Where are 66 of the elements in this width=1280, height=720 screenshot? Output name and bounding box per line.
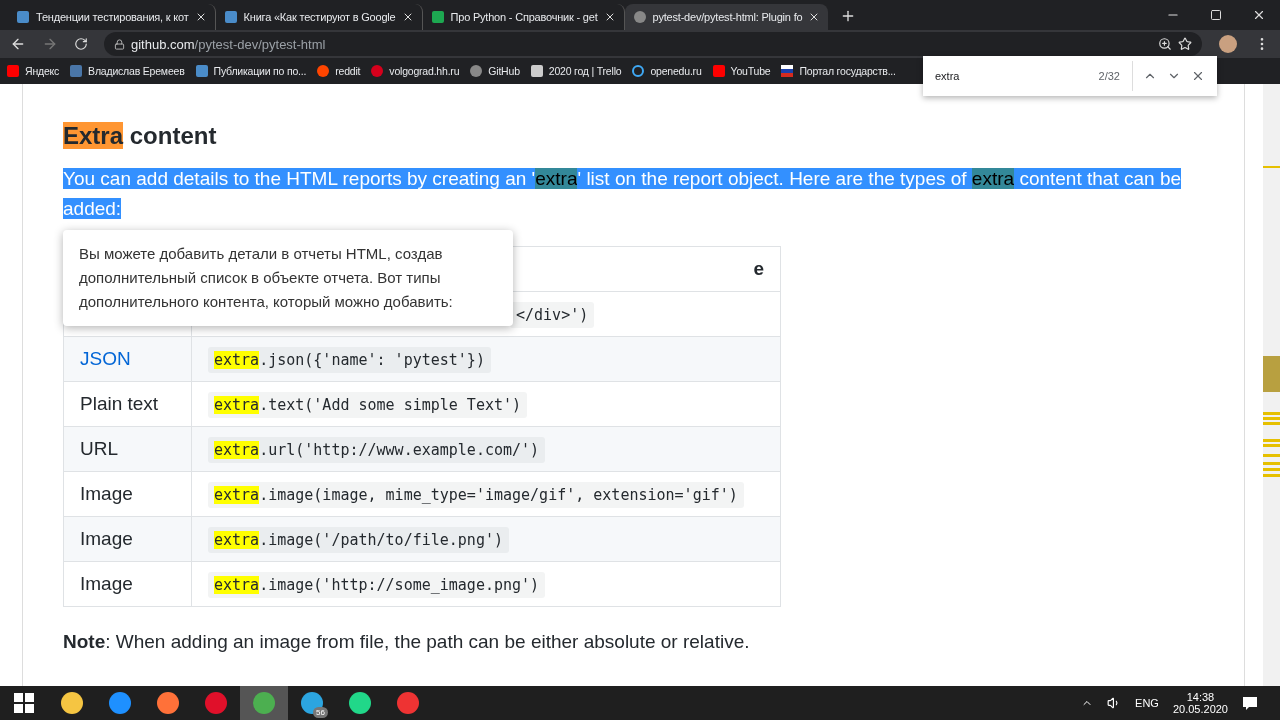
- code-snippet: extra.image('/path/to/file.png'): [208, 527, 509, 553]
- site-icon: [469, 64, 484, 78]
- note-text: Note: When adding an image from file, the path can be either absolute or relative.: [63, 631, 751, 653]
- app-icon: [348, 691, 372, 715]
- forward-icon[interactable]: [42, 36, 58, 52]
- taskbar-app[interactable]: 56: [288, 686, 336, 720]
- site-icon: [6, 64, 20, 78]
- site-icon: [316, 64, 331, 78]
- site-icon: [194, 64, 209, 78]
- clock[interactable]: 14:38 20.05.2020: [1172, 691, 1228, 715]
- bookmark[interactable]: Яндекс: [6, 64, 60, 78]
- lock-icon[interactable]: [114, 38, 125, 50]
- match-count: 2/32: [1098, 61, 1133, 91]
- address-field[interactable]: github.com/pytest-dev/pytest-html: [104, 32, 1202, 56]
- site-icon: [632, 10, 647, 24]
- app-icon: [204, 691, 228, 715]
- code-snippet: extra.url('http://www.example.com/'): [208, 437, 546, 463]
- unread-badge: 56: [313, 707, 328, 718]
- type-link[interactable]: JSON: [80, 348, 131, 369]
- app-icon: [156, 691, 180, 715]
- bookmark[interactable]: openedu.ru: [631, 64, 702, 78]
- app-icon: [396, 691, 420, 715]
- site-icon: [430, 10, 445, 24]
- avatar-icon[interactable]: [1218, 34, 1238, 54]
- code-snippet: </div>'): [510, 302, 595, 328]
- bookmark[interactable]: Публикации по по...: [194, 64, 307, 78]
- bookmark[interactable]: reddit: [316, 64, 361, 78]
- bookmark[interactable]: Портал государств...: [780, 64, 896, 78]
- code-snippet: extra.image('http://some_image.png'): [208, 572, 546, 598]
- app-icon: [252, 691, 276, 715]
- translation-popup: Вы можете добавить детали в отчеты HTML, создав дополнительный список в объекте отчета. Вот типы дополнительного контента, который можно добавить:: [63, 230, 513, 326]
- type-cell: Image: [80, 573, 133, 594]
- site-icon: [16, 10, 30, 24]
- bookmark[interactable]: YouTube: [711, 64, 771, 78]
- back-icon[interactable]: [10, 36, 26, 52]
- site-icon: [529, 64, 544, 78]
- star-icon[interactable]: [1178, 37, 1192, 51]
- zoom-icon[interactable]: [1158, 37, 1172, 51]
- close-icon[interactable]: [1191, 69, 1205, 83]
- site-icon: [631, 64, 646, 78]
- bookmark[interactable]: GitHub: [469, 64, 520, 78]
- find-field[interactable]: extra: [935, 70, 1089, 82]
- type-cell: URL: [80, 438, 118, 459]
- bookmark[interactable]: volgograd.hh.ru: [370, 64, 460, 78]
- site-icon: [370, 64, 385, 78]
- site-icon: [223, 10, 238, 24]
- browser-tab[interactable]: pytest-dev/pytest-html: Plugin fo: [624, 4, 829, 30]
- notification-icon[interactable]: [1242, 695, 1258, 711]
- site-icon: [69, 64, 84, 78]
- type-cell: Plain text: [80, 393, 159, 414]
- bookmark[interactable]: 2020 год | Trello: [529, 64, 622, 78]
- code-snippet: extra.text('Add some simple Text'): [208, 392, 528, 418]
- site-icon: [711, 64, 726, 78]
- code-snippet: extra.image(image, mime_type='image/gif', extension='gif'): [208, 482, 744, 508]
- site-icon: [780, 64, 795, 78]
- language-indicator[interactable]: ENG: [1135, 697, 1159, 709]
- bookmark[interactable]: Владислав Еремеев: [69, 64, 185, 78]
- app-icon: [300, 691, 324, 715]
- restore-icon[interactable]: [1210, 8, 1222, 22]
- code-snippet: extra.json({'name': 'pytest'}): [208, 347, 491, 373]
- close-icon[interactable]: [1252, 8, 1266, 22]
- type-cell: Image: [80, 528, 133, 549]
- reload-icon[interactable]: [74, 37, 88, 51]
- app-icon: [60, 691, 84, 715]
- app-icon: [108, 691, 132, 715]
- type-cell: Image: [80, 483, 133, 504]
